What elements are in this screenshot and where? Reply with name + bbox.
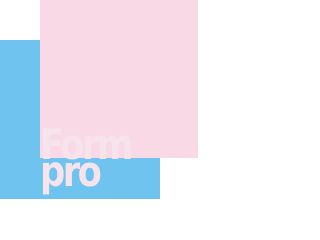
formpro-logo: Form pro — [0, 0, 231, 213]
logo-text-pro: pro — [40, 147, 102, 196]
